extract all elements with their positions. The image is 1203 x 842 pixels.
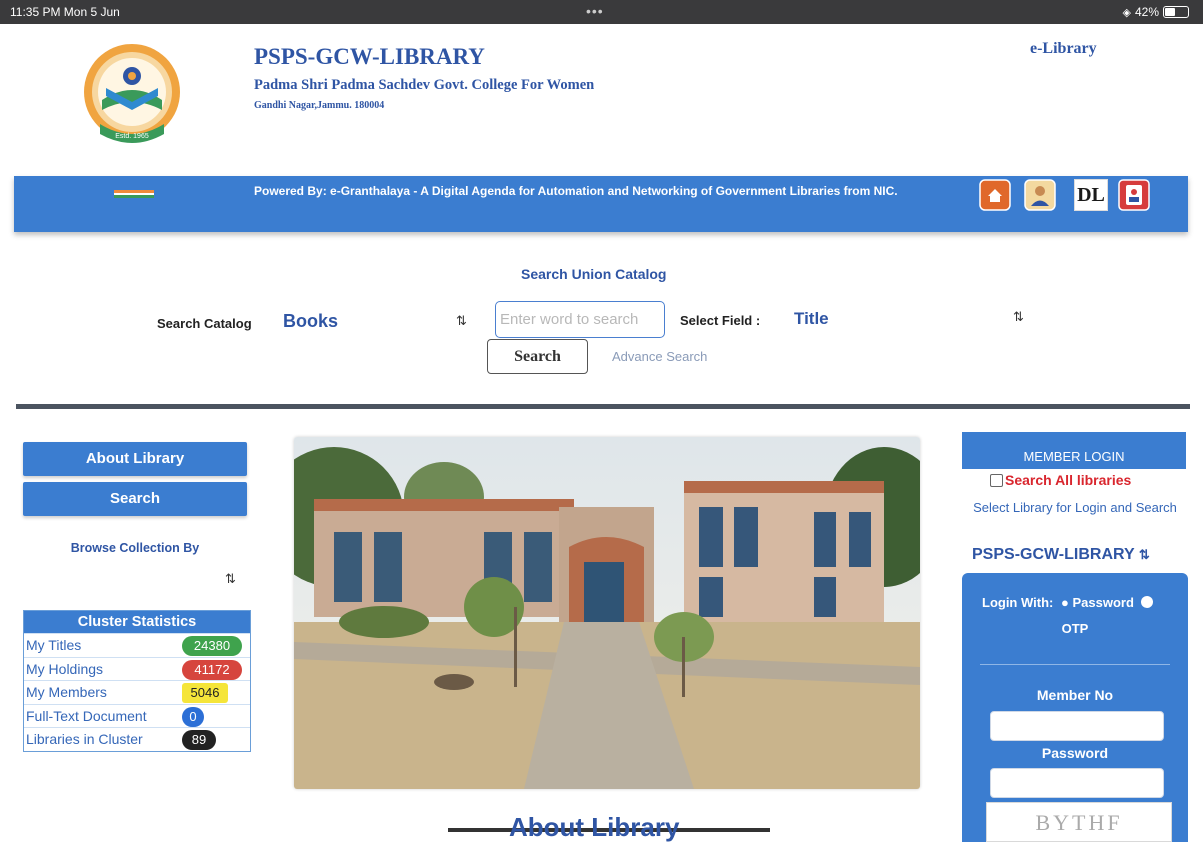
about-library-button[interactable]: About Library [23, 442, 247, 476]
library-select[interactable]: PSPS-GCW-LIBRARY ⇅ [972, 546, 1150, 564]
status-time: 11:35 PM Mon 5 Jun [10, 5, 120, 19]
otp-radio[interactable] [1140, 596, 1153, 608]
battery-icon [1163, 6, 1189, 18]
cluster-row-members[interactable]: My Members 5046 [24, 680, 250, 704]
cluster-row-libraries[interactable]: Libraries in Cluster 89 [24, 727, 250, 751]
cluster-statistics-heading: Cluster Statistics [24, 611, 250, 633]
dl-icon[interactable]: DL [1074, 179, 1108, 211]
status-right: ◈ 42% [1122, 5, 1189, 19]
field-select-value: Title [794, 309, 829, 328]
search-all-libraries-checkbox[interactable]: Search All libraries [990, 472, 1131, 488]
member-no-input[interactable] [990, 711, 1164, 741]
password-radio-label: Password [1072, 595, 1134, 610]
site-title: PSPS-GCW-LIBRARY [254, 44, 485, 69]
captcha-image: BYTHF [986, 802, 1172, 842]
password-radio[interactable]: ● [1061, 595, 1069, 610]
login-with-label: Login With: [982, 595, 1054, 610]
cluster-row-label: Full-Text Document [26, 707, 147, 724]
holdings-count-badge: 41172 [182, 659, 242, 680]
browse-collection-label: Browse Collection By [70, 541, 200, 555]
college-address: Gandhi Nagar,Jammu. 180004 [254, 100, 385, 111]
browse-select-chevron-icon[interactable]: ⇅ [225, 571, 236, 587]
catalog-select[interactable]: Books [283, 311, 473, 332]
library-select-chevron-icon: ⇅ [1138, 547, 1150, 562]
cluster-row-label: My Titles [26, 637, 82, 653]
advance-search-link[interactable]: Advance Search [612, 349, 707, 364]
catalog-select-value: Books [283, 311, 339, 331]
multitask-dots[interactable]: ••• [586, 3, 604, 19]
library-select-value: PSPS-GCW-LIBRARY [972, 546, 1135, 563]
otp-radio-label: OTP [1061, 621, 1089, 636]
left-search-button[interactable]: Search [23, 482, 247, 516]
catalog-select-chevron-icon[interactable]: ⇅ [456, 313, 467, 329]
logo-estd-text: Estd. 1965 [115, 133, 149, 140]
cluster-row-fulltext[interactable]: Full-Text Document 0 [24, 703, 250, 728]
section-divider [16, 404, 1190, 409]
elibrary-link[interactable]: e-Library [1030, 40, 1097, 58]
member-no-label: Member No [1036, 687, 1114, 703]
cluster-row-label: My Members [26, 684, 107, 700]
fulltext-count-badge: 0 [182, 706, 204, 727]
college-logo: Estd. 1965 [84, 44, 180, 143]
cluster-row-holdings[interactable]: My Holdings 41172 [24, 656, 250, 681]
cluster-row-label: My Holdings [26, 660, 104, 677]
user-icon[interactable] [1024, 179, 1056, 211]
flag-icon [114, 190, 154, 198]
login-panel: Login With: ● Password OTP Member No Pas… [962, 573, 1188, 842]
college-name: Padma Shri Padma Sachdev Govt. College F… [254, 77, 595, 93]
banner-text: Powered By: e-Granthalaya - A Digital Ag… [254, 184, 898, 198]
titles-count-badge: 24380 [182, 636, 242, 656]
member-card-icon[interactable] [1118, 179, 1150, 211]
checkbox-icon[interactable] [990, 473, 1003, 487]
search-button[interactable]: Search [487, 339, 588, 374]
password-label: Password [1041, 745, 1109, 761]
search-input[interactable] [495, 301, 665, 338]
about-library-heading: About Library [509, 812, 680, 842]
password-input[interactable] [990, 768, 1164, 798]
home-icon[interactable] [979, 179, 1011, 211]
cluster-row-label: Libraries in Cluster [26, 731, 143, 747]
search-heading: Search Union Catalog [521, 266, 667, 282]
cluster-statistics: Cluster Statistics My Titles 24380 My Ho… [23, 610, 251, 752]
select-library-hint: Select Library for Login and Search [973, 500, 1177, 515]
search-all-libraries-label: Search All libraries [1005, 472, 1132, 488]
login-divider [980, 664, 1170, 665]
status-bar: 11:35 PM Mon 5 Jun ••• ◈ 42% [0, 0, 1203, 24]
field-select[interactable]: Title [794, 309, 829, 329]
libraries-count-badge: 89 [182, 730, 216, 750]
powered-by-banner: Powered By: e-Granthalaya - A Digital Ag… [14, 176, 1188, 232]
select-field-label: Select Field : [680, 313, 761, 328]
search-catalog-label: Search Catalog [157, 316, 252, 331]
field-select-chevron-icon[interactable]: ⇅ [1013, 309, 1024, 325]
library-building-photo [294, 437, 920, 789]
member-login-header: MEMBER LOGIN [962, 432, 1186, 469]
members-count-badge: 5046 [182, 683, 228, 703]
cluster-row-titles[interactable]: My Titles 24380 [24, 633, 250, 657]
login-with-row: Login With: ● Password [982, 595, 1153, 610]
battery-percent: 42% [1134, 5, 1159, 19]
wifi-icon: ◈ [1122, 6, 1131, 19]
